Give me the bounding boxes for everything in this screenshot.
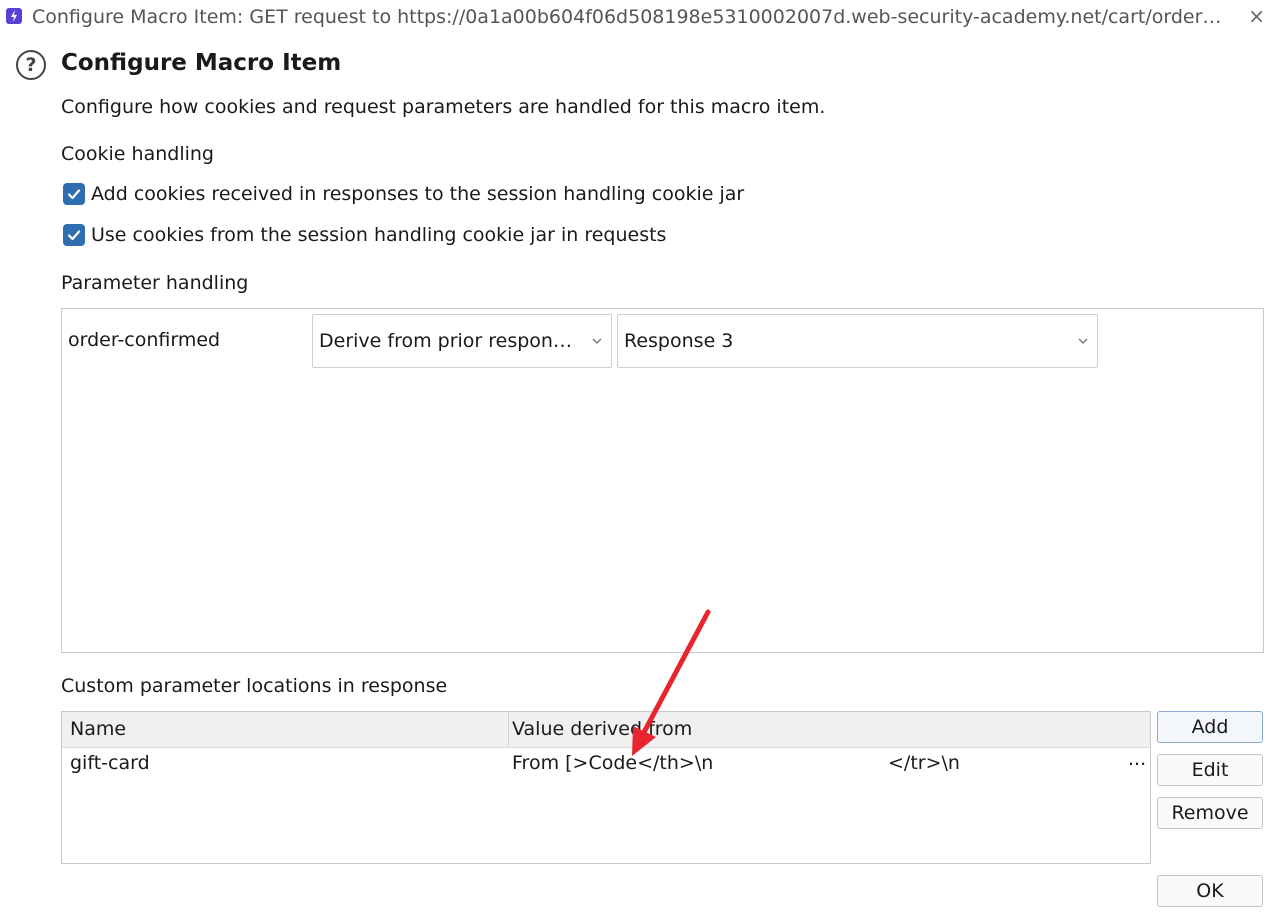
- chevron-down-icon: [1069, 333, 1097, 349]
- edit-button[interactable]: Edit: [1157, 754, 1263, 786]
- row-value-end: </tr>\n: [888, 752, 960, 774]
- row-name-gift-card: gift-card: [70, 752, 150, 774]
- dialog-heading: Configure Macro Item: [61, 50, 342, 76]
- parameter-handling-panel: order-confirmed Derive from prior respon…: [61, 308, 1264, 653]
- table-header: Name Value derived from: [62, 712, 1150, 748]
- checkmark-icon: [67, 189, 81, 200]
- parameter-source-dropdown[interactable]: Derive from prior respon…: [312, 314, 612, 368]
- parameter-source-value: Derive from prior respon…: [319, 330, 572, 352]
- cookie-handling-label: Cookie handling: [61, 143, 214, 165]
- add-cookies-checkbox[interactable]: [63, 183, 85, 205]
- row-value-start: From [>Code</th>\n: [512, 752, 714, 774]
- window-title: Configure Macro Item: GET request to htt…: [32, 6, 1222, 28]
- column-header-value[interactable]: Value derived from: [512, 718, 692, 740]
- use-cookies-checkbox[interactable]: [63, 224, 85, 246]
- add-cookies-label: Add cookies received in responses to the…: [91, 183, 745, 205]
- burp-app-icon: [6, 8, 22, 24]
- dialog-description: Configure how cookies and request parame…: [61, 96, 826, 118]
- parameter-name-order-confirmed: order-confirmed: [68, 329, 221, 351]
- parameter-handling-label: Parameter handling: [61, 272, 249, 294]
- checkmark-icon: [67, 230, 81, 241]
- help-icon[interactable]: ?: [16, 50, 46, 80]
- add-button[interactable]: Add: [1157, 711, 1263, 743]
- ok-button[interactable]: OK: [1157, 875, 1263, 907]
- close-icon[interactable]: ×: [1248, 4, 1265, 28]
- column-header-name[interactable]: Name: [70, 718, 126, 740]
- row-value-overflow: ...: [1128, 748, 1147, 770]
- add-cookies-checkbox-row[interactable]: Add cookies received in responses to the…: [63, 181, 744, 207]
- use-cookies-checkbox-row[interactable]: Use cookies from the session handling co…: [63, 222, 666, 248]
- window-titlebar: Configure Macro Item: GET request to htt…: [0, 0, 1279, 34]
- custom-locations-table: Name Value derived from gift-card From […: [61, 711, 1151, 864]
- custom-locations-label: Custom parameter locations in response: [61, 675, 448, 697]
- response-select-dropdown[interactable]: Response 3: [617, 314, 1098, 368]
- use-cookies-label: Use cookies from the session handling co…: [91, 224, 667, 246]
- column-divider[interactable]: [508, 712, 509, 747]
- remove-button[interactable]: Remove: [1157, 797, 1263, 829]
- response-select-value: Response 3: [624, 330, 734, 352]
- chevron-down-icon: [583, 333, 611, 349]
